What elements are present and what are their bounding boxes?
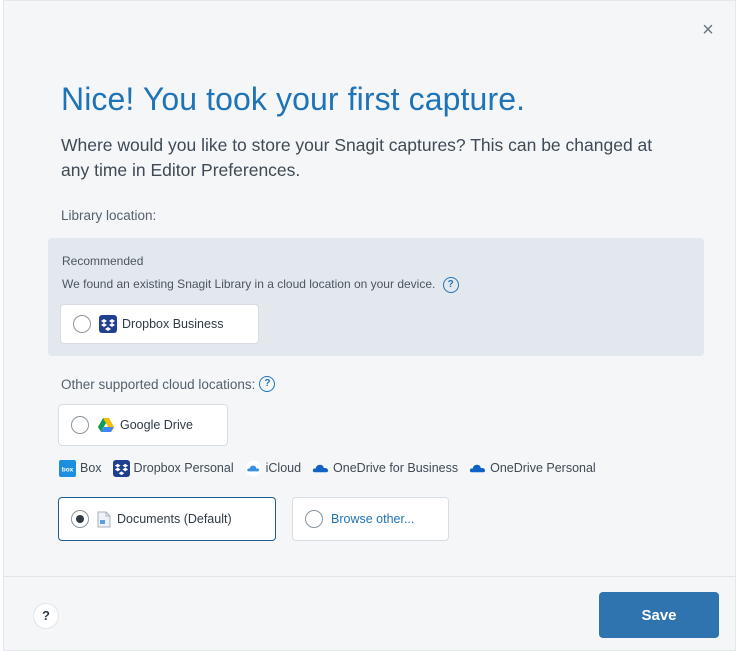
help-button[interactable]: ?: [33, 603, 59, 629]
recommended-description-text: We found an existing Snagit Library in a…: [62, 277, 436, 292]
service-label: OneDrive for Business: [333, 461, 459, 475]
radio-button-selected[interactable]: [71, 510, 89, 528]
service-onedrive-business: OneDrive for Business: [312, 460, 458, 477]
storage-location-dialog: × Nice! You took your first capture. Whe…: [3, 0, 736, 651]
radio-dot: [76, 515, 84, 523]
library-location-label: Library location:: [61, 208, 157, 223]
help-icon[interactable]: ?: [259, 376, 276, 392]
service-label: iCloud: [265, 461, 302, 475]
documents-option[interactable]: Documents (Default): [58, 497, 276, 541]
save-button[interactable]: Save: [599, 592, 719, 638]
service-box: box Box: [59, 459, 102, 477]
service-icloud: iCloud: [245, 459, 302, 477]
close-icon: ×: [702, 19, 714, 41]
box-icon: box: [59, 459, 76, 477]
browse-other-label: Browse other...: [331, 512, 415, 526]
service-label: Dropbox Personal: [133, 461, 234, 475]
svg-text:box: box: [62, 466, 74, 473]
onedrive-icon: [312, 464, 329, 472]
documents-label: Documents (Default): [117, 512, 232, 526]
service-label: OneDrive Personal: [490, 461, 596, 475]
other-locations-text: Other supported cloud locations:: [61, 376, 256, 392]
radio-button[interactable]: [305, 510, 323, 528]
dropbox-icon: [112, 459, 130, 477]
document-icon: [97, 511, 111, 527]
service-label: Box: [80, 461, 102, 475]
recommended-panel: Recommended We found an existing Snagit …: [48, 238, 704, 356]
dropbox-icon: [99, 315, 117, 333]
close-button[interactable]: ×: [697, 19, 719, 41]
radio-button[interactable]: [73, 315, 91, 333]
supported-services-list: box Box Dropbox Personal iCloud OneDrive…: [59, 459, 607, 477]
icloud-icon: [245, 459, 262, 477]
service-dropbox-personal: Dropbox Personal: [112, 459, 234, 477]
dropbox-business-option[interactable]: Dropbox Business: [60, 304, 259, 344]
service-onedrive-personal: OneDrive Personal: [469, 460, 596, 477]
google-drive-label: Google Drive: [120, 418, 193, 432]
other-locations-label: Other supported cloud locations: ?: [61, 376, 276, 392]
browse-other-option[interactable]: Browse other...: [292, 497, 449, 541]
recommended-description: We found an existing Snagit Library in a…: [62, 277, 459, 293]
dropbox-business-label: Dropbox Business: [122, 317, 224, 331]
dialog-title: Nice! You took your first capture.: [61, 81, 526, 117]
help-icon[interactable]: ?: [442, 277, 459, 293]
footer-divider: [4, 576, 735, 577]
onedrive-icon: [469, 464, 486, 472]
google-drive-option[interactable]: Google Drive: [58, 404, 228, 446]
google-drive-icon: [98, 418, 114, 432]
radio-button[interactable]: [71, 416, 89, 434]
dialog-subtitle: Where would you like to store your Snagi…: [61, 135, 653, 180]
recommended-title: Recommended: [62, 254, 144, 268]
